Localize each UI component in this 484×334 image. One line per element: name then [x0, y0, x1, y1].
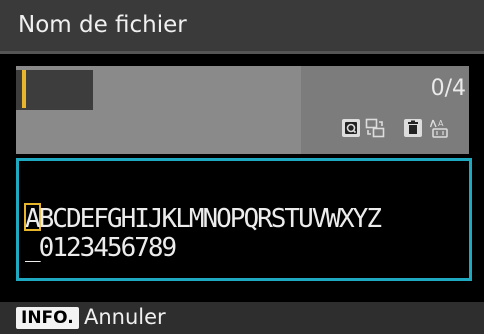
page-title: Nom de fichier	[18, 12, 187, 38]
switch-area-icon	[365, 118, 385, 138]
q-button-icon	[342, 119, 360, 137]
info-button[interactable]: INFO.	[16, 307, 79, 329]
case-toggle-icon: A	[430, 119, 448, 138]
footer-bar: INFO. Annuler	[0, 302, 484, 334]
title-bar: Nom de fichier	[0, 0, 484, 54]
cancel-label[interactable]: Annuler	[84, 305, 166, 329]
character-counter: 0/4	[430, 76, 466, 101]
text-cursor	[22, 70, 26, 108]
character-palette[interactable]: ABCDEFGHIJKLMNOPQRSTUVWXYZ _0123456789	[16, 158, 472, 281]
svg-text:A: A	[438, 119, 444, 128]
character-row-letters[interactable]: ABCDEFGHIJKLMNOPQRSTUVWXYZ	[25, 204, 382, 234]
character-row-digits[interactable]: _0123456789	[25, 233, 177, 263]
selected-character[interactable]: A	[25, 204, 41, 234]
letters-rest[interactable]: BCDEFGHIJKLMNOPQRSTUVWXYZ	[39, 204, 382, 234]
filename-entry-slot	[16, 70, 93, 110]
delete-icon	[404, 119, 422, 137]
